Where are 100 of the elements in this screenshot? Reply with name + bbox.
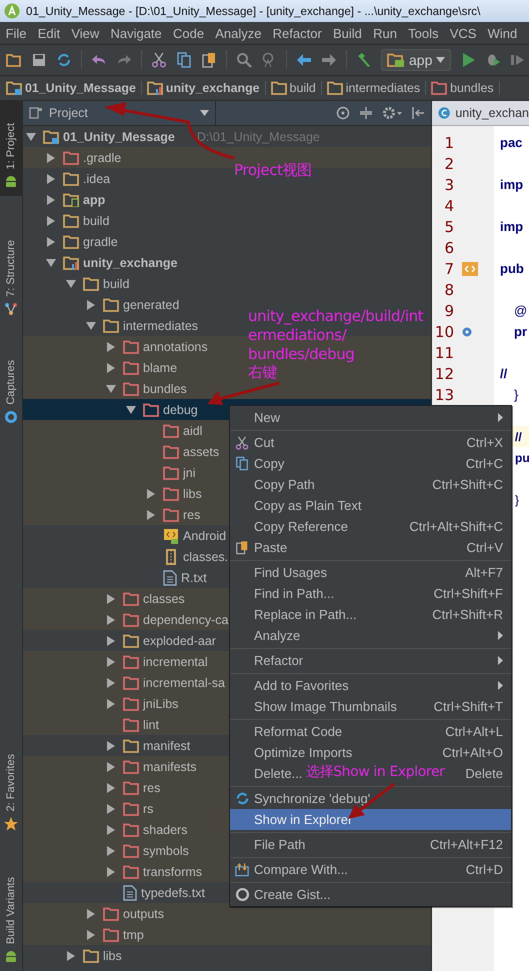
breadcrumb-item[interactable]: 01_Unity_Message [6, 81, 142, 95]
tree-item[interactable]: transforms [106, 861, 202, 882]
tree-item[interactable]: classes [106, 588, 185, 609]
expanded-arrow-icon[interactable] [46, 258, 56, 268]
tree-item[interactable]: unity_exchange [46, 252, 178, 273]
breadcrumb-item[interactable]: build [270, 81, 322, 95]
locate-icon[interactable] [336, 106, 350, 120]
tool-window-button[interactable]: Build Variants [0, 868, 22, 971]
collapsed-arrow-icon[interactable] [106, 824, 116, 834]
tree-item[interactable]: .idea [46, 168, 110, 189]
tool-window-button[interactable]: 1: Project [0, 101, 22, 196]
collapsed-arrow-icon[interactable] [106, 846, 116, 856]
editor-tab[interactable]: unity_exchan [432, 101, 529, 126]
tree-item[interactable]: gradle [46, 231, 118, 252]
menu-item[interactable]: Add to Favorites [254, 678, 349, 693]
run-configuration-dropdown[interactable]: app [381, 49, 452, 71]
collapsed-arrow-icon[interactable] [106, 740, 116, 750]
tree-item[interactable]: debug [126, 399, 198, 420]
collapsed-arrow-icon[interactable] [86, 300, 96, 310]
menu-item[interactable]: Refactor [254, 653, 304, 668]
menu-item[interactable]: Build [327, 26, 368, 40]
menu-item[interactable]: Copy as Plain Text [254, 498, 362, 513]
menu-item[interactable]: Tools [402, 26, 444, 40]
collapsed-arrow-icon[interactable] [106, 342, 116, 352]
menu-item[interactable]: Wind [482, 26, 523, 40]
tree-item[interactable]: tmp [86, 924, 144, 945]
tree-item[interactable]: libs [146, 483, 202, 504]
tree-item[interactable]: build [46, 210, 110, 231]
tree-item[interactable]: dependency-ca [106, 609, 228, 630]
menu-item[interactable]: Navigate [104, 26, 168, 40]
breadcrumb-item[interactable]: intermediates [326, 81, 426, 95]
tree-item[interactable]: classes. [146, 546, 228, 567]
menu-item[interactable]: Copy Reference [254, 519, 348, 534]
sync-icon[interactable] [56, 52, 72, 68]
menu-item[interactable]: Synchronize 'debug' [254, 791, 370, 806]
tree-item[interactable]: rs [106, 798, 154, 819]
tree-item[interactable]: build [66, 273, 130, 294]
menu-item[interactable]: Show Image Thumbnails [254, 699, 397, 714]
menu-item[interactable]: Delete... [254, 766, 302, 781]
tree-item[interactable]: manifest [106, 735, 190, 756]
tool-window-button[interactable]: 2: Favorites [0, 746, 22, 839]
menu-item[interactable]: Edit [32, 26, 66, 40]
menu-item[interactable]: Create Gist... [254, 887, 331, 902]
collapsed-arrow-icon[interactable] [106, 782, 116, 792]
menu-item[interactable]: Analyze [254, 628, 300, 643]
collapsed-arrow-icon[interactable] [106, 656, 116, 666]
tree-item[interactable]: 01_Unity_Message [26, 126, 175, 147]
menu-item[interactable]: Copy Path [254, 477, 315, 492]
menu-item[interactable]: Analyze [210, 26, 268, 40]
menu-item[interactable]: File Path [254, 837, 306, 852]
menu-item[interactable]: Replace in Path... [254, 607, 357, 622]
expanded-arrow-icon[interactable] [66, 278, 76, 288]
forward-arrow-icon[interactable] [321, 52, 337, 68]
menu-item[interactable]: Find Usages [254, 565, 327, 580]
tree-item[interactable]: shaders [106, 819, 188, 840]
collapsed-arrow-icon[interactable] [106, 362, 116, 372]
tree-item[interactable]: outputs [86, 903, 164, 924]
tree-item[interactable]: res [146, 504, 200, 525]
tree-item[interactable]: aidl [146, 420, 202, 441]
collapsed-arrow-icon[interactable] [46, 236, 56, 246]
override-gutter-icon[interactable] [462, 326, 472, 336]
tree-item[interactable]: R.txt [146, 567, 207, 588]
tool-window-button[interactable]: 7: Structure [0, 232, 22, 324]
expanded-arrow-icon[interactable] [126, 404, 136, 414]
collapsed-arrow-icon[interactable] [46, 174, 56, 184]
collapsed-arrow-icon[interactable] [106, 804, 116, 814]
tree-item[interactable]: exploded-aar [106, 630, 216, 651]
menu-item[interactable]: Find in Path... [254, 586, 334, 601]
menu-item[interactable]: New [254, 410, 280, 425]
tree-item[interactable]: assets [146, 441, 220, 462]
paste-icon[interactable] [201, 52, 217, 68]
menu-item[interactable]: Cut [254, 435, 274, 450]
menu-item[interactable]: Compare With... [254, 862, 348, 877]
menu-item[interactable]: Copy [254, 456, 284, 471]
back-arrow-icon[interactable] [296, 52, 312, 68]
settings-icon[interactable] [382, 106, 402, 120]
tree-item[interactable]: .gradle [46, 147, 122, 168]
tree-item[interactable]: jniLibs [106, 693, 178, 714]
search-icon[interactable] [236, 52, 252, 68]
menu-item[interactable]: Code [167, 26, 210, 40]
tree-item[interactable]: generated [86, 294, 180, 315]
copy-icon[interactable] [176, 52, 192, 68]
breadcrumb-item[interactable]: unity_exchange [146, 81, 266, 95]
collapsed-arrow-icon[interactable] [106, 698, 116, 708]
tool-window-button[interactable]: Captures [0, 352, 22, 432]
tree-item[interactable]: res [106, 777, 160, 798]
menu-item[interactable]: Optimize Imports [254, 745, 352, 760]
expanded-arrow-icon[interactable] [26, 132, 36, 142]
tree-item[interactable]: lint [106, 714, 159, 735]
collapsed-arrow-icon[interactable] [106, 614, 116, 624]
tree-item[interactable]: manifests [106, 756, 196, 777]
collapsed-arrow-icon[interactable] [46, 216, 56, 226]
debug-icon[interactable] [485, 52, 502, 68]
open-folder-icon[interactable] [6, 52, 22, 68]
expanded-arrow-icon[interactable] [86, 320, 96, 330]
tree-item[interactable]: libs [66, 945, 122, 966]
collapsed-arrow-icon[interactable] [106, 636, 116, 646]
tree-item[interactable]: jni [146, 462, 196, 483]
menu-item[interactable]: Paste [254, 540, 288, 555]
tree-item[interactable]: bundles [106, 378, 187, 399]
